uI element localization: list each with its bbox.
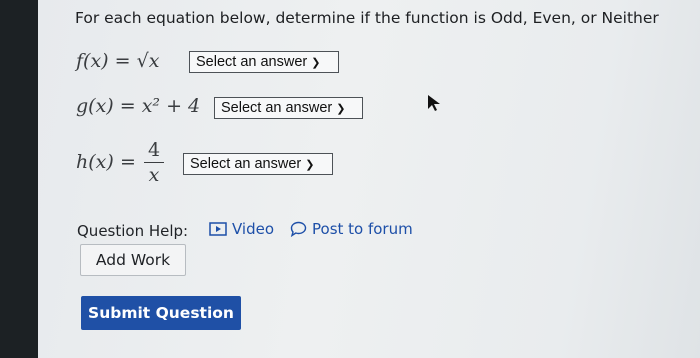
equation-f-rhs: √x (136, 50, 160, 72)
chevron-down-icon: ❯ (305, 158, 315, 171)
add-work-button[interactable]: Add Work (80, 244, 186, 276)
video-link[interactable]: Video (209, 220, 274, 238)
video-link-label: Video (232, 220, 275, 238)
chevron-down-icon: ❯ (336, 102, 346, 115)
question-help-label: Question Help: (77, 222, 189, 240)
mouse-cursor-icon (428, 95, 440, 111)
equation-g-lhs: g(x) (76, 95, 114, 117)
equation-g: g(x) = x² + 4 (76, 95, 201, 117)
question-prompt: For each equation below, determine if th… (75, 9, 659, 27)
answer-select-g[interactable]: Select an answer ❯ (214, 97, 363, 119)
equation-f-lhs: f(x) (76, 50, 109, 72)
equation-h-lhs: h(x) (76, 151, 114, 173)
answer-select-h-value: Select an answer (190, 156, 302, 172)
fraction-numerator: 4 (147, 139, 161, 161)
video-icon (209, 222, 227, 236)
answer-select-f-value: Select an answer (196, 54, 308, 70)
post-to-forum-label: Post to forum (312, 220, 413, 238)
fraction: 4 x (144, 140, 164, 185)
speech-bubble-icon (290, 221, 307, 237)
equation-f: f(x) = √x (76, 50, 160, 72)
submit-question-button[interactable]: Submit Question (81, 296, 241, 330)
chevron-down-icon: ❯ (311, 56, 321, 69)
fraction-denominator: x (148, 164, 160, 186)
answer-select-g-value: Select an answer (221, 100, 333, 116)
answer-select-f[interactable]: Select an answer ❯ (189, 51, 339, 73)
equation-g-rhs: x² + 4 (141, 95, 201, 117)
answer-select-h[interactable]: Select an answer ❯ (183, 153, 333, 175)
post-to-forum-link[interactable]: Post to forum (290, 220, 413, 238)
